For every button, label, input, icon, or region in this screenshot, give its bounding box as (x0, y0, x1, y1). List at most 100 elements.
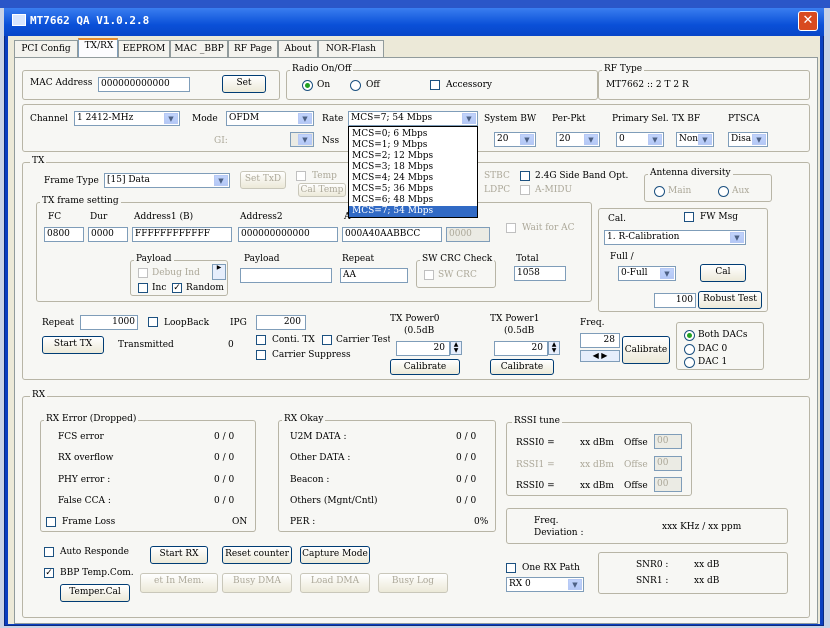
chevron-down-icon: ▼ (648, 134, 662, 145)
channel-select[interactable]: 1 2412-MHz ▼ (74, 111, 180, 126)
system-bw-select[interactable]: 20 ▼ (494, 132, 536, 147)
ampdu-checkbox[interactable] (520, 185, 530, 195)
payload-input[interactable] (240, 268, 332, 283)
cal-temp-button[interactable]: Cal Temp (298, 183, 346, 197)
load-dma-button[interactable]: Load DMA (300, 573, 370, 593)
tx-power1-input[interactable]: 20 (494, 341, 548, 356)
rate-option[interactable]: MCS=6; 48 Mbps (349, 195, 477, 206)
rate-option[interactable]: MCS=3; 18 Mbps (349, 162, 477, 173)
inc-checkbox[interactable] (138, 283, 148, 293)
fw-msg-checkbox[interactable] (684, 212, 694, 222)
rssi1-offset-input[interactable]: 00 (654, 456, 682, 471)
dur-input[interactable]: 0000 (88, 227, 128, 242)
rate-option-selected[interactable]: MCS=7; 54 Mbps (349, 206, 477, 217)
mode-label: Mode (192, 114, 218, 124)
tab-pci-config[interactable]: PCI Config (14, 40, 78, 58)
get-in-mem-button[interactable]: et In Mem. (140, 573, 218, 593)
radio-off[interactable] (350, 80, 361, 91)
set-txd-button[interactable]: Set TxD (240, 171, 286, 189)
temper-cal-button[interactable]: Temper.Cal (60, 584, 130, 602)
rate-option[interactable]: MCS=4; 24 Mbps (349, 173, 477, 184)
rate-option[interactable]: MCS=2; 12 Mbps (349, 151, 477, 162)
ipg-input[interactable]: 200 (256, 315, 306, 330)
cal-select[interactable]: 1. R-Calibration ▼ (604, 230, 746, 245)
rssi0-offset-input[interactable]: 00 (654, 434, 682, 449)
tx-power0-spinner[interactable]: ▲ ▼ (450, 341, 462, 355)
debug-spin[interactable]: ▶ (212, 264, 226, 280)
auto-respond-checkbox[interactable] (44, 547, 54, 557)
calibrate2-button[interactable]: Calibrate (622, 336, 670, 364)
mode-select[interactable]: OFDM ▼ (226, 111, 314, 126)
rate-option[interactable]: MCS=1; 9 Mbps (349, 140, 477, 151)
side-band-checkbox[interactable] (520, 171, 530, 181)
radio-on[interactable] (302, 80, 313, 91)
tx-bf-select[interactable]: Non ▼ (676, 132, 714, 147)
calibrate0-button[interactable]: Calibrate (390, 359, 460, 375)
random-checkbox[interactable]: ✓ (172, 283, 182, 293)
repeat2-label: Repeat (42, 318, 75, 328)
dac1-radio[interactable] (684, 357, 695, 368)
frame-type-select[interactable]: [15] Data ▼ (104, 173, 230, 188)
total-input[interactable]: 1058 (514, 266, 566, 281)
carrier-test-checkbox[interactable] (322, 335, 332, 345)
both-dacs-radio[interactable] (684, 330, 695, 341)
address2-input[interactable]: 000000000000 (238, 227, 338, 242)
antenna-aux-radio[interactable] (718, 186, 729, 197)
temp-checkbox[interactable] (296, 171, 306, 181)
rssi2-offset-input[interactable]: 00 (654, 477, 682, 492)
one-rx-path-checkbox[interactable] (506, 563, 516, 573)
ptsca-select[interactable]: Disa ▼ (728, 132, 768, 147)
address3-input[interactable]: 000A40AABBCC (342, 227, 442, 242)
loopback-checkbox[interactable] (148, 317, 158, 327)
frame-loss-checkbox[interactable] (46, 517, 56, 527)
start-rx-button[interactable]: Start RX (150, 546, 208, 564)
primary-sel-select[interactable]: 0 ▼ (616, 132, 664, 147)
rate-option[interactable]: MCS=0; 6 Mbps (349, 129, 477, 140)
repeat2-input[interactable]: 1000 (80, 315, 138, 330)
busy-dma-button[interactable]: Busy DMA (222, 573, 292, 593)
rate-select[interactable]: MCS=7; 54 Mbps ▼ (348, 111, 478, 126)
carrier-suppress-checkbox[interactable] (256, 350, 266, 360)
full-select[interactable]: 0-Full ▼ (618, 266, 676, 281)
capture-mode-button[interactable]: Capture Mode (300, 546, 370, 564)
robust-input[interactable]: 100 (654, 293, 696, 308)
busy-log-button[interactable]: Busy Log (378, 573, 448, 593)
freq-deviation-label2: Deviation : (534, 528, 584, 538)
set-button[interactable]: Set (222, 75, 266, 93)
chevron-down-icon: ▼ (698, 134, 712, 145)
tab-tx-rx[interactable]: TX/RX (78, 38, 118, 58)
freq-spinner[interactable]: ◀ ▶ (580, 350, 620, 362)
conti-tx-checkbox[interactable] (256, 335, 266, 345)
antenna-main-radio[interactable] (654, 186, 665, 197)
start-tx-button[interactable]: Start TX (42, 336, 104, 354)
freq-input[interactable]: 28 (580, 333, 620, 348)
reset-counter-button[interactable]: Reset counter (222, 546, 292, 564)
rate-option[interactable]: MCS=5; 36 Mbps (349, 184, 477, 195)
tab-mac-bbp[interactable]: MAC _BBP (170, 40, 228, 58)
wait-ac-checkbox[interactable] (506, 223, 516, 233)
dac0-radio[interactable] (684, 344, 695, 355)
per-pkt-select[interactable]: 20 ▼ (556, 132, 600, 147)
tx-power0-input[interactable]: 20 (396, 341, 450, 356)
repeat-input[interactable]: AA (340, 268, 408, 283)
tab-about[interactable]: About (278, 40, 318, 58)
seq-input[interactable]: 0000 (446, 227, 490, 242)
sw-crc-checkbox[interactable] (424, 270, 434, 280)
debug-ind-checkbox[interactable] (138, 268, 148, 278)
robust-test-button[interactable]: Robust Test (698, 291, 762, 309)
tab-rf-page[interactable]: RF Page (228, 40, 278, 58)
tab-nor-flash[interactable]: NOR-Flash (318, 40, 384, 58)
cal-button[interactable]: Cal (700, 264, 746, 282)
accessory-checkbox[interactable] (430, 80, 440, 90)
mac-address-input[interactable]: 000000000000 (98, 77, 190, 92)
rx-path-select[interactable]: RX 0 ▼ (506, 577, 584, 592)
bbp-temp-checkbox[interactable]: ✓ (44, 568, 54, 578)
calibrate1-button[interactable]: Calibrate (490, 359, 554, 375)
tab-eeprom[interactable]: EEPROM (118, 40, 170, 58)
close-button[interactable]: ✕ (798, 11, 818, 31)
rftype-value: MT7662 :: 2 T 2 R (606, 80, 689, 90)
fc-input[interactable]: 0800 (44, 227, 84, 242)
tx-power1-spinner[interactable]: ▲ ▼ (548, 341, 560, 355)
address1-input[interactable]: FFFFFFFFFFFF (132, 227, 232, 242)
gi-select[interactable]: ▼ (290, 132, 314, 147)
